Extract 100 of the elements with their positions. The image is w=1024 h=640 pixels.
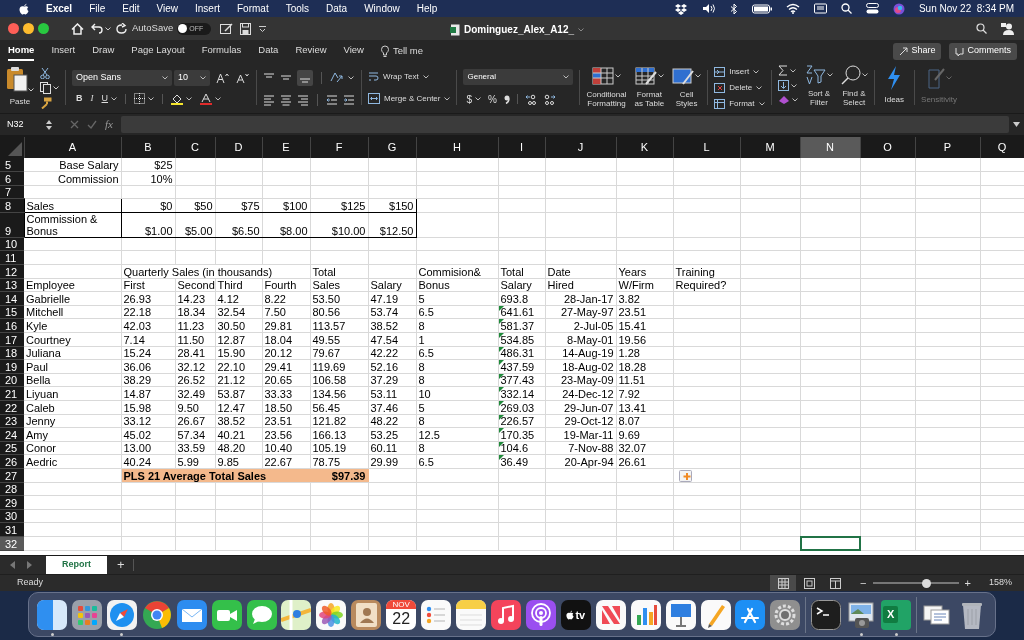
currency-button[interactable]: $ bbox=[466, 91, 473, 107]
insert-cells-icon[interactable] bbox=[714, 66, 726, 77]
next-sheet-icon[interactable] bbox=[26, 561, 32, 569]
column-header[interactable]: Q bbox=[980, 137, 1024, 158]
save-icon[interactable] bbox=[240, 22, 252, 35]
caret-icon[interactable] bbox=[790, 83, 797, 88]
notepad-icon[interactable] bbox=[456, 599, 487, 630]
column-header[interactable]: G bbox=[368, 137, 416, 158]
insert-function-button[interactable]: fx bbox=[105, 116, 113, 133]
name-box[interactable]: N32 bbox=[0, 115, 56, 134]
volume-icon[interactable] bbox=[701, 3, 716, 14]
italic-button[interactable]: I bbox=[90, 91, 94, 106]
minimize-icon[interactable] bbox=[23, 23, 34, 34]
table-brush-icon[interactable] bbox=[634, 67, 657, 85]
caret-icon[interactable] bbox=[615, 74, 621, 78]
ribbon-tab[interactable]: View bbox=[343, 40, 364, 62]
increase-decimal-icon[interactable] bbox=[524, 93, 537, 105]
styles-button[interactable]: Cell Styles bbox=[672, 67, 702, 108]
presentation-icon[interactable] bbox=[665, 599, 696, 630]
align-left-icon[interactable] bbox=[263, 93, 275, 106]
search-icon[interactable] bbox=[840, 65, 861, 85]
tri-color-circle-icon[interactable] bbox=[141, 599, 172, 630]
normal-view-icon[interactable] bbox=[777, 577, 789, 589]
bluetooth-icon[interactable] bbox=[729, 2, 738, 15]
column-header[interactable]: P bbox=[915, 137, 980, 158]
customize-toolbar-icon[interactable] bbox=[259, 25, 267, 32]
copy-icon[interactable] bbox=[40, 82, 52, 94]
cells-menu-button[interactable]: Insert bbox=[714, 65, 765, 78]
address-book-icon[interactable] bbox=[351, 599, 382, 630]
wifi-icon[interactable] bbox=[785, 3, 800, 14]
caret-icon[interactable] bbox=[148, 96, 154, 101]
merge-center-button[interactable]: Merge & Center bbox=[368, 92, 451, 105]
menu-item[interactable]: Tools bbox=[285, 1, 310, 16]
compass-icon[interactable] bbox=[106, 599, 137, 630]
column-header[interactable]: F bbox=[310, 137, 368, 158]
caret-icon[interactable] bbox=[215, 96, 221, 101]
styles-button[interactable]: Conditional Formatting bbox=[586, 67, 627, 108]
keyboard-icon[interactable] bbox=[813, 3, 827, 14]
edit-document-icon[interactable] bbox=[220, 22, 234, 35]
gear-icon[interactable] bbox=[770, 599, 801, 630]
zoom-in-button[interactable]: + bbox=[964, 574, 971, 592]
split-square-icon[interactable] bbox=[37, 599, 67, 630]
column-header[interactable]: O bbox=[860, 137, 915, 158]
comma-style-icon[interactable] bbox=[503, 94, 510, 104]
lightbulb-icon[interactable] bbox=[380, 45, 389, 57]
sheet-tab[interactable]: Report bbox=[46, 556, 107, 574]
menu-item[interactable]: Help bbox=[416, 1, 438, 16]
envelope-icon[interactable] bbox=[176, 599, 207, 630]
column-header[interactable]: A bbox=[24, 137, 121, 158]
checklist-icon[interactable] bbox=[421, 599, 452, 630]
font-name-dropdown[interactable]: Open Sans bbox=[72, 69, 172, 86]
caret-icon[interactable] bbox=[791, 98, 798, 102]
menu-item[interactable]: Window bbox=[364, 1, 400, 16]
caret-icon[interactable] bbox=[444, 96, 451, 101]
column-header[interactable]: D bbox=[215, 137, 262, 158]
caret-icon[interactable] bbox=[826, 73, 833, 77]
cancel-icon[interactable] bbox=[70, 120, 79, 129]
borders-icon[interactable] bbox=[134, 93, 145, 104]
podcast-icon[interactable] bbox=[525, 599, 556, 630]
spreadsheet-app-icon[interactable]: X bbox=[881, 599, 912, 630]
battery-icon[interactable] bbox=[751, 3, 772, 14]
column-header[interactable]: C bbox=[175, 137, 215, 158]
sort-filter-button[interactable]: Sort & Filter bbox=[805, 65, 833, 107]
caret-icon[interactable] bbox=[695, 74, 702, 78]
share-button[interactable]: Share bbox=[893, 42, 942, 60]
column-header[interactable]: E bbox=[262, 137, 310, 158]
increase-font-size-icon[interactable] bbox=[216, 72, 230, 84]
home-icon[interactable] bbox=[71, 22, 84, 35]
caret-icon[interactable] bbox=[162, 75, 168, 80]
stepper-icon[interactable] bbox=[46, 119, 52, 130]
menu-item[interactable]: File bbox=[89, 1, 106, 16]
search-icon[interactable] bbox=[976, 23, 987, 34]
redo-icon[interactable] bbox=[116, 23, 127, 34]
previous-sheet-icon[interactable] bbox=[10, 561, 16, 569]
font-size-dropdown[interactable]: 10 bbox=[174, 69, 210, 86]
assistant-orb-icon[interactable] bbox=[892, 2, 905, 15]
share-arrow-icon[interactable] bbox=[899, 46, 909, 56]
ribbon-tab[interactable]: Draw bbox=[92, 40, 115, 62]
cell-brush-icon[interactable] bbox=[672, 67, 695, 85]
increase-indent-icon[interactable] bbox=[343, 93, 355, 106]
caret-icon[interactable] bbox=[758, 101, 765, 106]
font-color-icon[interactable] bbox=[200, 92, 212, 105]
menu-item[interactable]: Format bbox=[237, 1, 269, 16]
row-header[interactable]: 9 bbox=[0, 212, 24, 238]
eraser-icon[interactable] bbox=[777, 95, 790, 105]
app-grid-icon[interactable] bbox=[71, 599, 102, 630]
app-store-icon[interactable] bbox=[735, 599, 766, 630]
page-break-view-icon[interactable] bbox=[829, 577, 841, 589]
percent-button[interactable]: % bbox=[488, 91, 497, 107]
caret-icon[interactable] bbox=[111, 96, 117, 101]
align-right-icon[interactable] bbox=[297, 93, 309, 106]
video-camera-icon[interactable] bbox=[211, 599, 242, 630]
zoom-icon[interactable] bbox=[38, 23, 49, 34]
caret-icon[interactable] bbox=[348, 75, 354, 80]
slider-thumb[interactable] bbox=[922, 578, 932, 588]
cells-menu-button[interactable]: Format bbox=[714, 97, 765, 110]
fill-down-icon[interactable] bbox=[777, 80, 789, 91]
column-header[interactable]: H bbox=[416, 137, 498, 158]
caret-icon[interactable] bbox=[657, 74, 664, 78]
column-header[interactable]: N bbox=[800, 137, 860, 158]
